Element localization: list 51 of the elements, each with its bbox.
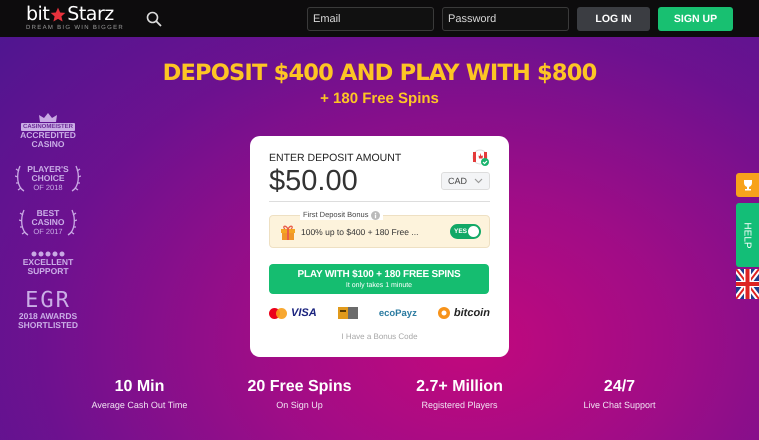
bonus-code-link[interactable]: I Have a Bonus Code	[341, 332, 418, 341]
stat-value: 10 Min	[114, 378, 164, 396]
visa-logo: VISA	[291, 307, 317, 319]
logo-text: Starz	[67, 6, 114, 23]
laurel-icon	[15, 163, 26, 193]
payment-card-icon	[338, 307, 358, 319]
trophy-icon	[742, 179, 754, 191]
badge-text: EXCELLENT	[22, 258, 74, 267]
star-icon	[50, 6, 66, 22]
badge-text: EGR	[25, 290, 71, 312]
badge-text: PLAYER'S	[27, 164, 69, 174]
badge-text: CHOICE	[31, 174, 65, 182]
laurel-icon	[19, 207, 30, 237]
uk-flag-icon[interactable]	[736, 269, 759, 299]
laurel-icon	[66, 207, 77, 237]
crown-icon	[38, 113, 58, 122]
stat-caption: Average Cash Out Time	[92, 400, 188, 410]
signup-button[interactable]: SIGN UP	[658, 6, 733, 30]
badge-text: CASINO	[31, 218, 65, 226]
stat-value: 2.7+ Million	[416, 378, 503, 396]
badge-text: 2018 AWARDS	[18, 312, 78, 321]
canada-flag-icon	[472, 149, 490, 167]
login-button[interactable]: LOG IN	[577, 6, 650, 30]
currency-select[interactable]: CAD	[440, 172, 490, 190]
deposit-label: ENTER DEPOSIT AMOUNT	[269, 152, 402, 164]
chevron-down-icon	[474, 178, 483, 184]
badge-text: ACCREDITED	[20, 131, 76, 140]
bitcoin-logo: bitcoin	[454, 307, 490, 319]
ecopayz-logo: ecoPayz	[378, 308, 417, 318]
laurel-icon	[70, 163, 81, 193]
stat-value: 24/7	[604, 378, 636, 396]
bonus-offer: 100% up to $400 + 180 Free ...	[301, 226, 420, 236]
mastercard-logo-icon	[269, 308, 287, 318]
stat-caption: On Sign Up	[276, 400, 323, 410]
stat-value: 20 Free Spins	[247, 378, 352, 396]
badge-text: BEST	[36, 208, 60, 218]
stat-caption: Registered Players	[421, 400, 498, 410]
help-tab[interactable]: HELP	[736, 203, 759, 267]
promo-headline: DEPOSIT $400 AND PLAY WITH $800	[162, 60, 596, 86]
email-field[interactable]: Email	[307, 6, 434, 30]
badge-text: SHORTLISTED	[18, 321, 78, 330]
gift-icon	[280, 224, 296, 240]
logo-text: bit	[26, 6, 50, 23]
amount-field[interactable]: $50.00	[269, 164, 358, 198]
password-field[interactable]: Password	[442, 6, 569, 30]
stat-caption: Live Chat Support	[583, 400, 656, 410]
rating-stars-icon	[31, 251, 65, 257]
badge-text: CASINO	[31, 140, 65, 149]
badge-text: SUPPORT	[27, 267, 69, 276]
search-icon	[146, 10, 162, 26]
promo-subtitle: + 180 Free Spins	[320, 90, 439, 108]
